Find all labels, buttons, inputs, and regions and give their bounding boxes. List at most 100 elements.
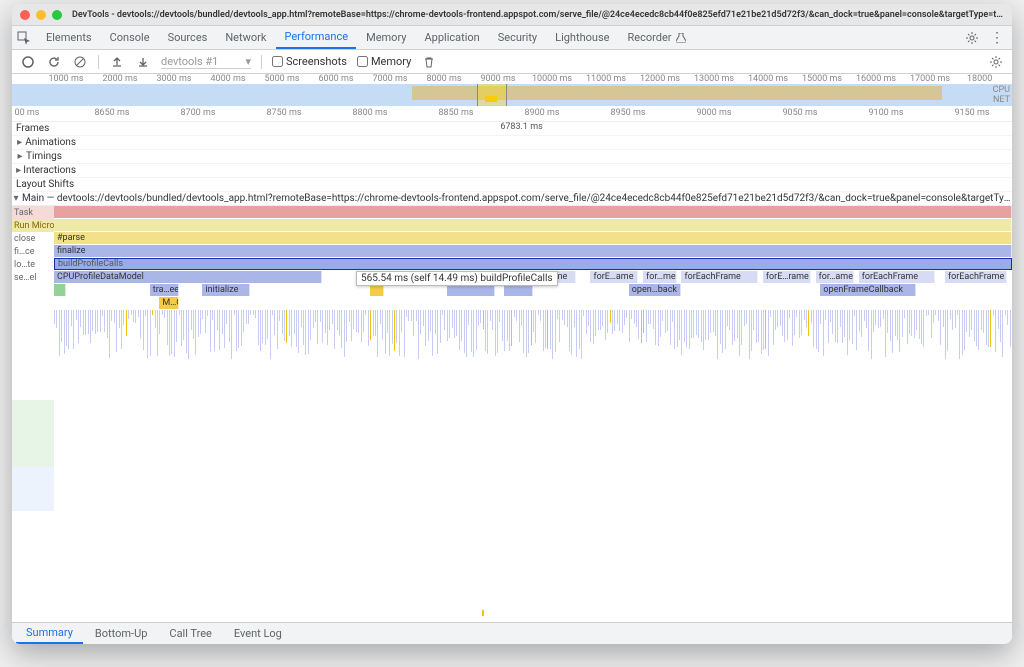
zoom-tick: 9100 ms — [868, 108, 903, 118]
tab-sources[interactable]: Sources — [160, 26, 216, 49]
flame-left-gutter — [12, 400, 54, 622]
chevron-right-icon[interactable]: ▸ — [16, 137, 23, 148]
track-main-header[interactable]: ▾ Main — devtools://devtools/bundled/dev… — [12, 192, 1012, 206]
overview-selection[interactable] — [477, 84, 507, 106]
ov-tick: 15000 ms — [802, 74, 842, 84]
ov-tick: 3000 ms — [156, 74, 191, 84]
details-tabs: Summary Bottom-Up Call Tree Event Log — [12, 622, 1012, 644]
flame-entry[interactable]: open…back — [629, 284, 682, 296]
tab-console[interactable]: Console — [102, 26, 158, 49]
flame-entry[interactable]: forE…ame — [590, 271, 638, 283]
gear-icon[interactable] — [964, 30, 980, 46]
close-window-button[interactable] — [20, 10, 30, 20]
flame-entry[interactable]: #parse — [54, 232, 1012, 244]
flame-row-label: fi…ce — [12, 245, 54, 258]
ov-tick: 16000 ms — [856, 74, 896, 84]
clear-button[interactable] — [72, 54, 88, 70]
window-title: DevTools - devtools://devtools/bundled/d… — [72, 10, 1004, 20]
flame-entry[interactable]: initialize — [202, 284, 250, 296]
flame-marker — [482, 610, 484, 616]
devtools-window: DevTools - devtools://devtools/bundled/d… — [12, 4, 1012, 644]
flame-entry[interactable]: for…me — [643, 271, 677, 283]
zoom-tick: 8650 ms — [94, 108, 129, 118]
ov-tick: 1000 ms — [48, 74, 83, 84]
flame-row-label — [12, 297, 54, 310]
flask-icon — [676, 33, 686, 43]
capture-settings-icon[interactable] — [988, 54, 1004, 70]
flame-entry[interactable]: forE…rame — [763, 271, 811, 283]
layout-shifts-label: Layout Shifts — [16, 179, 74, 190]
flame-microtask-bar[interactable] — [54, 219, 1012, 231]
flame-tooltip: 565.54 ms (self 14.49 ms) buildProfileCa… — [356, 271, 558, 286]
flame-entry[interactable] — [54, 284, 66, 296]
flame-entry[interactable]: CPUProfileDataModel — [54, 271, 322, 283]
track-frames[interactable]: Frames 6783.1 ms — [12, 122, 1012, 136]
ov-tick: 14000 ms — [748, 74, 788, 84]
memory-label: Memory — [371, 55, 411, 68]
overview-lane-labels: CPU NET — [993, 85, 1010, 105]
flame-entry[interactable]: for…ame — [816, 271, 854, 283]
zoom-tick: 8900 ms — [524, 108, 559, 118]
flame-task-bar[interactable]: Task — [12, 206, 54, 219]
save-profile-button[interactable] — [135, 54, 151, 70]
screenshots-checkbox[interactable]: Screenshots — [272, 55, 347, 68]
chevron-right-icon[interactable]: ▸ — [16, 151, 24, 162]
tab-performance[interactable]: Performance — [276, 26, 356, 49]
flame-entry[interactable]: M…C — [159, 297, 178, 309]
flame-entry[interactable]: forEachFrame — [945, 271, 1007, 283]
flame-task-bar[interactable] — [54, 206, 1012, 218]
chevron-down-icon[interactable]: ▾ — [12, 193, 20, 204]
main-tabs: Elements Console Sources Network Perform… — [38, 26, 958, 49]
tab-elements[interactable]: Elements — [38, 26, 100, 49]
trash-icon[interactable] — [421, 54, 437, 70]
profile-select-label: devtools #1 — [161, 55, 218, 68]
tracks-area: Frames 6783.1 ms ▸Animations ▸Timings ▸I… — [12, 122, 1012, 622]
overview-timeline[interactable]: 1000 ms 2000 ms 3000 ms 4000 ms 5000 ms … — [12, 74, 1012, 106]
cpu-label: CPU — [993, 85, 1010, 95]
inspect-icon[interactable] — [16, 30, 32, 46]
flame-entry[interactable]: forEachFrame — [681, 271, 758, 283]
minimize-window-button[interactable] — [36, 10, 46, 20]
ov-tick: 12000 ms — [640, 74, 680, 84]
flame-mini-bars — [54, 310, 1012, 400]
tab-recorder[interactable]: Recorder — [619, 26, 693, 49]
track-animations[interactable]: ▸Animations — [12, 136, 1012, 150]
flame-chart[interactable]: Task Run Microtasks close #parse fi…ce f… — [12, 206, 1012, 400]
memory-checkbox[interactable]: Memory — [357, 55, 411, 68]
flame-entry[interactable]: tra…ee — [150, 284, 179, 296]
flame-entry[interactable]: finalize — [54, 245, 1012, 257]
flame-entry-selected[interactable]: buildProfileCalls — [54, 258, 1012, 270]
profile-select[interactable]: devtools #1 ▾ — [161, 55, 251, 69]
zoom-tick: 8750 ms — [266, 108, 301, 118]
maximize-window-button[interactable] — [52, 10, 62, 20]
track-layout-shifts[interactable]: Layout Shifts — [12, 178, 1012, 192]
frames-timestamp: 6783.1 ms — [500, 122, 542, 132]
animations-label: Animations — [25, 137, 76, 148]
tab-bottom-up[interactable]: Bottom-Up — [85, 623, 158, 644]
record-button[interactable] — [20, 54, 36, 70]
kebab-menu-icon[interactable]: ⋮ — [986, 30, 1008, 46]
tab-recorder-label: Recorder — [627, 31, 671, 44]
track-interactions[interactable]: ▸Interactions — [12, 164, 1012, 178]
reload-record-button[interactable] — [46, 54, 62, 70]
track-timings[interactable]: ▸Timings — [12, 150, 1012, 164]
flame-entry[interactable]: openFrameCallback — [820, 284, 916, 296]
flame-entry[interactable]: forEachFrame — [859, 271, 936, 283]
tab-network[interactable]: Network — [217, 26, 274, 49]
tab-application[interactable]: Application — [416, 26, 487, 49]
titlebar: DevTools - devtools://devtools/bundled/d… — [12, 4, 1012, 26]
flame-row-label: close — [12, 232, 54, 245]
zoom-ruler[interactable]: 00 ms 8650 ms 8700 ms 8750 ms 8800 ms 88… — [12, 106, 1012, 122]
traffic-lights — [20, 10, 62, 20]
tab-event-log[interactable]: Event Log — [224, 623, 292, 644]
tab-call-tree[interactable]: Call Tree — [159, 623, 221, 644]
tab-memory[interactable]: Memory — [358, 26, 414, 49]
chevron-right-icon[interactable]: ▸ — [16, 165, 21, 176]
flame-microtask-bar[interactable]: Run Microtasks — [12, 219, 54, 232]
flame-empty-area[interactable] — [12, 400, 1012, 622]
tab-security[interactable]: Security — [490, 26, 545, 49]
tab-summary[interactable]: Summary — [16, 623, 83, 644]
overview-body[interactable]: CPU NET — [12, 84, 1012, 106]
load-profile-button[interactable] — [109, 54, 125, 70]
tab-lighthouse[interactable]: Lighthouse — [547, 26, 617, 49]
